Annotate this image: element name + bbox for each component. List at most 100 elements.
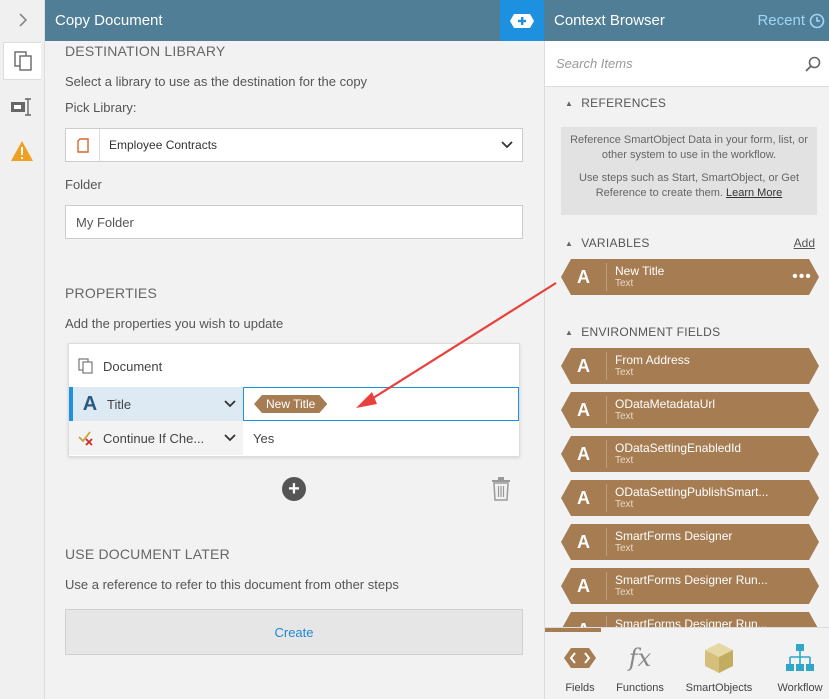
use-document-later-description: Use a reference to refer to this documen… [65, 577, 399, 592]
tab-label: Workflow [777, 682, 823, 694]
environment-fields-section-header[interactable]: ▲ ENVIRONMENT FIELDS [565, 325, 720, 339]
destination-description: Select a library to use as the destinati… [65, 74, 368, 89]
field-name: SmartForms Designer Run... [615, 573, 768, 587]
title-value-input[interactable]: New Title [243, 387, 519, 421]
panel-title: Copy Document [55, 12, 163, 29]
check-cross-icon [69, 430, 103, 446]
continue-value[interactable]: Yes [243, 421, 519, 455]
property-label: Document [103, 358, 163, 374]
tab-label: Functions [616, 682, 664, 694]
field-type: Text [615, 455, 634, 466]
field-type: Text [615, 367, 634, 378]
environment-fields-title: ENVIRONMENT FIELDS [581, 325, 721, 339]
collapse-triangle-icon: ▲ [565, 98, 574, 108]
learn-more-link[interactable]: Learn More [726, 187, 782, 199]
environment-field-item[interactable]: A SmartForms Designer Text [561, 524, 819, 560]
field-type: Text [615, 543, 634, 554]
add-variable-link[interactable]: Add [794, 236, 815, 250]
text-type-icon: A [561, 396, 607, 424]
text-type-icon: A [561, 484, 607, 512]
pick-library-label: Pick Library: [65, 100, 137, 115]
copy-document-panel: DESTINATION LIBRARY Select a library to … [45, 41, 544, 699]
search-box[interactable]: Search Items [545, 41, 829, 87]
smartobject-cube-icon [704, 638, 734, 678]
variable-type: Text [615, 278, 634, 289]
variables-section-header[interactable]: ▲ VARIABLES [565, 236, 650, 250]
library-value: Employee Contracts [109, 138, 218, 152]
text-type-icon: A [561, 440, 607, 468]
property-row-continue[interactable]: Continue If Che... Yes [69, 421, 519, 455]
recent-label: Recent [757, 12, 805, 29]
references-section-header[interactable]: ▲ REFERENCES [565, 96, 666, 110]
context-browser-panel: Search Items ▲ REFERENCES Reference Smar… [544, 41, 829, 699]
field-name: SmartForms Designer [615, 529, 733, 543]
add-context-button[interactable] [500, 0, 544, 41]
variables-title: VARIABLES [581, 236, 650, 250]
references-title: REFERENCES [581, 96, 667, 110]
property-row-title[interactable]: A Title New Title [69, 387, 519, 421]
folder-label: Folder [65, 177, 102, 192]
document-icon [66, 129, 100, 161]
field-name: From Address [615, 353, 690, 367]
property-row-document[interactable]: Document [69, 349, 519, 383]
field-name: ODataSettingEnabledId [615, 441, 742, 455]
environment-field-item[interactable]: A ODataMetadataUrl Text [561, 392, 819, 428]
tab-label: Fields [565, 682, 595, 694]
search-icon[interactable] [796, 56, 829, 72]
variable-item[interactable]: A New Title Text ••• [561, 259, 819, 295]
text-type-icon: A [561, 263, 607, 291]
chevron-down-icon[interactable] [217, 434, 243, 442]
variable-name: New Title [615, 264, 665, 278]
property-label: Title [107, 396, 132, 412]
library-select[interactable]: Employee Contracts [65, 128, 523, 162]
field-type: Text [615, 411, 634, 422]
expand-chevron-icon[interactable] [0, 0, 45, 40]
function-fx-icon: fx [628, 644, 652, 672]
text-type-icon: A [561, 352, 607, 380]
context-tabs: Fields fx Functions SmartObjects Workflo… [545, 627, 829, 699]
folder-input[interactable]: My Folder [65, 205, 523, 239]
chevron-down-icon[interactable] [492, 141, 522, 149]
collapse-triangle-icon: ▲ [565, 238, 574, 248]
properties-description: Add the properties you wish to update [65, 316, 284, 331]
references-text-2-wrap: Use steps such as Start, SmartObject, or… [569, 171, 809, 201]
recent-button[interactable]: Recent [757, 12, 829, 29]
property-label: Continue If Che... [103, 430, 205, 446]
text-type-icon: A [561, 528, 607, 556]
text-type-icon: A [561, 572, 607, 600]
collapse-triangle-icon: ▲ [565, 327, 574, 337]
references-info-box: Reference SmartObject Data in your form,… [561, 127, 817, 215]
chevron-down-icon[interactable] [217, 400, 243, 408]
search-input[interactable]: Search Items [556, 56, 796, 71]
document-copy-icon[interactable] [3, 42, 41, 80]
environment-field-item[interactable]: A From Address Text [561, 348, 819, 384]
field-type: Text [615, 499, 634, 510]
left-rail [0, 0, 45, 699]
properties-heading: PROPERTIES [65, 285, 157, 301]
tab-label: SmartObjects [685, 682, 753, 694]
references-text-1: Reference SmartObject Data in your form,… [570, 134, 808, 161]
trash-icon[interactable] [491, 477, 511, 501]
main-panel-header: Copy Document [45, 0, 500, 41]
create-button[interactable]: Create [65, 609, 523, 655]
tab-functions[interactable]: fx Functions [605, 628, 675, 699]
context-browser-title: Context Browser [554, 12, 665, 29]
field-name: ODataMetadataUrl [615, 397, 716, 411]
variable-token[interactable]: New Title [254, 395, 327, 413]
add-property-icon[interactable]: + [282, 477, 306, 501]
destination-library-heading: DESTINATION LIBRARY [65, 43, 226, 59]
clock-icon [809, 13, 825, 28]
field-type: Text [615, 587, 634, 598]
warning-icon[interactable] [3, 132, 41, 170]
properties-table: Document A Title New Title Continue If C… [68, 343, 520, 457]
workflow-hierarchy-icon [785, 638, 815, 678]
tab-smartobjects[interactable]: SmartObjects [684, 628, 754, 699]
environment-field-item[interactable]: A ODataSettingEnabledId Text [561, 436, 819, 472]
rename-field-icon[interactable] [3, 88, 41, 126]
environment-field-item[interactable]: A SmartForms Designer Run...Text [561, 568, 819, 604]
environment-field-item[interactable]: A ODataSettingPublishSmart... Text [561, 480, 819, 516]
tab-workflow[interactable]: Workflow [765, 628, 829, 699]
more-options-icon[interactable]: ••• [785, 268, 819, 286]
text-type-icon: A [82, 392, 98, 415]
context-browser-header: Context Browser Recent [544, 0, 829, 41]
